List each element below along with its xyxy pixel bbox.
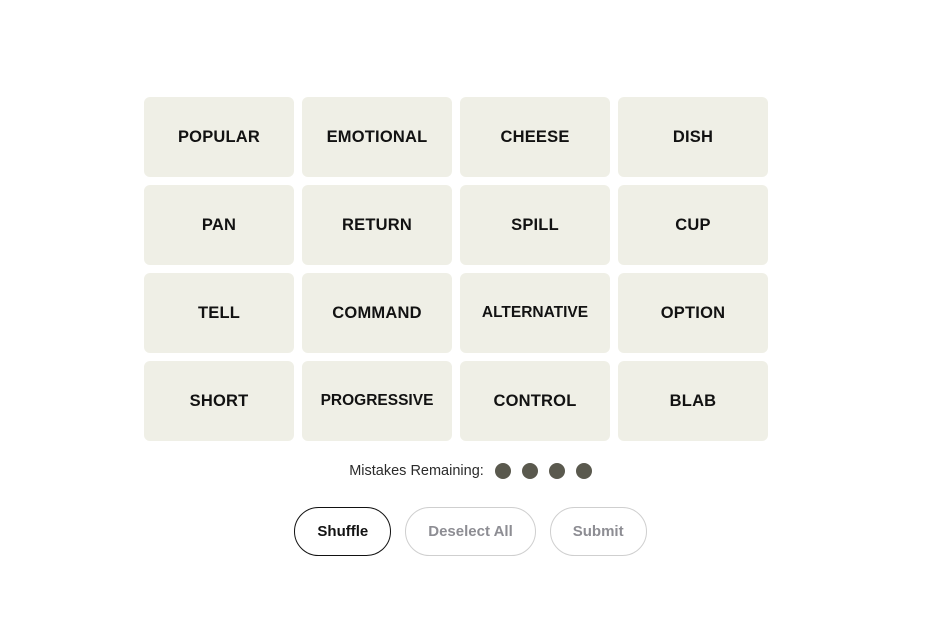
word-tile[interactable]: COMMAND bbox=[302, 273, 452, 353]
word-tile[interactable]: CONTROL bbox=[460, 361, 610, 441]
word-tile[interactable]: POPULAR bbox=[144, 97, 294, 177]
word-tile-label: PROGRESSIVE bbox=[320, 392, 434, 410]
mistake-dot bbox=[575, 463, 592, 479]
submit-button[interactable]: Submit bbox=[549, 507, 647, 556]
word-tile-label: ALTERNATIVE bbox=[481, 304, 589, 322]
word-tile[interactable]: SPILL bbox=[460, 185, 610, 265]
word-tile-grid: POPULAR EMOTIONAL CHEESE DISH PAN RETURN… bbox=[144, 97, 768, 441]
word-tile[interactable]: PROGRESSIVE bbox=[302, 361, 452, 441]
word-tile-label: TELL bbox=[197, 303, 241, 322]
word-tile[interactable]: CHEESE bbox=[460, 97, 610, 177]
word-tile[interactable]: EMOTIONAL bbox=[302, 97, 452, 177]
shuffle-button[interactable]: Shuffle bbox=[294, 507, 392, 556]
word-tile-label: COMMAND bbox=[332, 303, 422, 322]
mistakes-remaining: Mistakes Remaining: bbox=[0, 463, 941, 479]
word-tile-label: SHORT bbox=[189, 391, 249, 410]
word-tile-label: POPULAR bbox=[177, 127, 261, 146]
word-tile-label: OPTION bbox=[660, 303, 726, 322]
mistake-dot bbox=[494, 463, 511, 479]
game-controls: Shuffle Deselect All Submit bbox=[0, 507, 941, 556]
word-tile[interactable]: SHORT bbox=[144, 361, 294, 441]
mistakes-remaining-label: Mistakes Remaining: bbox=[349, 462, 484, 479]
word-tile[interactable]: DISH bbox=[618, 97, 768, 177]
word-tile-label: CUP bbox=[675, 215, 711, 234]
word-tile-label: SPILL bbox=[511, 215, 559, 234]
word-tile-label: CONTROL bbox=[493, 391, 577, 410]
deselect-all-button[interactable]: Deselect All bbox=[405, 507, 536, 556]
word-tile[interactable]: BLAB bbox=[618, 361, 768, 441]
word-tile[interactable]: OPTION bbox=[618, 273, 768, 353]
word-tile[interactable]: ALTERNATIVE bbox=[460, 273, 610, 353]
mistake-dot bbox=[521, 463, 538, 479]
word-tile-label: EMOTIONAL bbox=[326, 127, 428, 146]
word-tile[interactable]: RETURN bbox=[302, 185, 452, 265]
word-tile-label: RETURN bbox=[342, 215, 412, 234]
word-tile-label: PAN bbox=[201, 215, 237, 234]
word-tile-label: DISH bbox=[672, 127, 714, 146]
word-tile-label: BLAB bbox=[669, 391, 717, 410]
word-tile[interactable]: TELL bbox=[144, 273, 294, 353]
word-tile[interactable]: CUP bbox=[618, 185, 768, 265]
mistake-dot bbox=[548, 463, 565, 479]
word-tile-label: CHEESE bbox=[500, 127, 570, 146]
connections-game: POPULAR EMOTIONAL CHEESE DISH PAN RETURN… bbox=[0, 0, 941, 623]
mistakes-dots bbox=[494, 463, 592, 479]
word-tile[interactable]: PAN bbox=[144, 185, 294, 265]
